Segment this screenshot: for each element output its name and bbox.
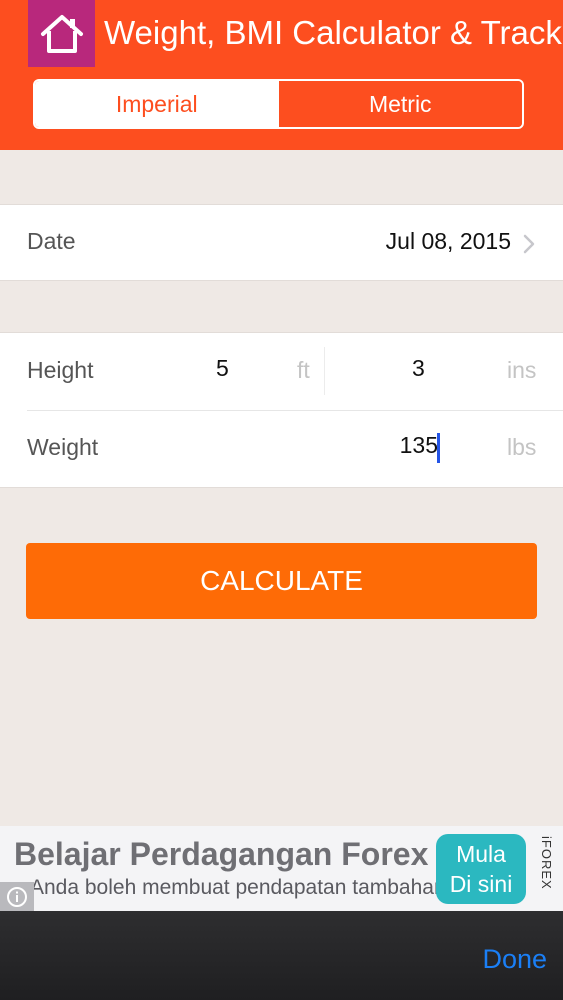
date-value: Jul 08, 2015 (385, 228, 511, 254)
home-icon (40, 14, 83, 53)
weight-label: Weight (27, 434, 99, 460)
ad-cta-button[interactable]: Mula Di sini (436, 834, 526, 904)
home-button[interactable] (28, 0, 95, 67)
measurements-card: Height 5 ft 3 ins Weight 135 lbs (0, 332, 563, 488)
ad-banner[interactable]: Belajar Perdagangan Forex Anda boleh mem… (0, 826, 563, 911)
height-feet-unit: ft (297, 357, 310, 383)
done-button[interactable]: Done (482, 944, 547, 975)
calculate-button[interactable]: CALCULATE (26, 543, 537, 619)
weight-unit: lbs (507, 434, 537, 460)
height-label: Height (27, 357, 94, 383)
weight-row: Weight 135 lbs (0, 411, 563, 488)
height-row: Height 5 ft 3 ins (0, 333, 563, 410)
segment-imperial[interactable]: Imperial (35, 81, 279, 127)
segment-metric[interactable]: Metric (278, 81, 522, 127)
date-label: Date (27, 228, 76, 254)
chevron-right-icon (523, 234, 535, 254)
height-divider (324, 347, 325, 395)
info-icon (7, 886, 27, 907)
height-inches-unit: ins (507, 357, 537, 383)
ad-info-button[interactable] (0, 882, 34, 911)
app-header: Weight, BMI Calculator & Tracker Imperia… (0, 0, 563, 150)
unit-segmented-control: Imperial Metric (33, 79, 524, 129)
ad-subtitle: Anda boleh membuat pendapatan tambahan! (30, 876, 452, 899)
keyboard-toolbar: Done (0, 911, 563, 1000)
text-cursor (437, 433, 440, 463)
app-title: Weight, BMI Calculator & Tracker (104, 14, 563, 51)
ad-cta-line2: Di sini (449, 871, 513, 897)
ad-brand: iFOREX (539, 836, 554, 890)
ad-title: Belajar Perdagangan Forex (14, 836, 429, 872)
height-inches-input[interactable]: 3 (412, 355, 425, 382)
date-row[interactable]: Date Jul 08, 2015 (0, 204, 563, 281)
weight-input[interactable]: 135 (400, 432, 438, 459)
ad-cta-line1: Mula (456, 841, 506, 867)
height-feet-input[interactable]: 5 (216, 355, 229, 382)
